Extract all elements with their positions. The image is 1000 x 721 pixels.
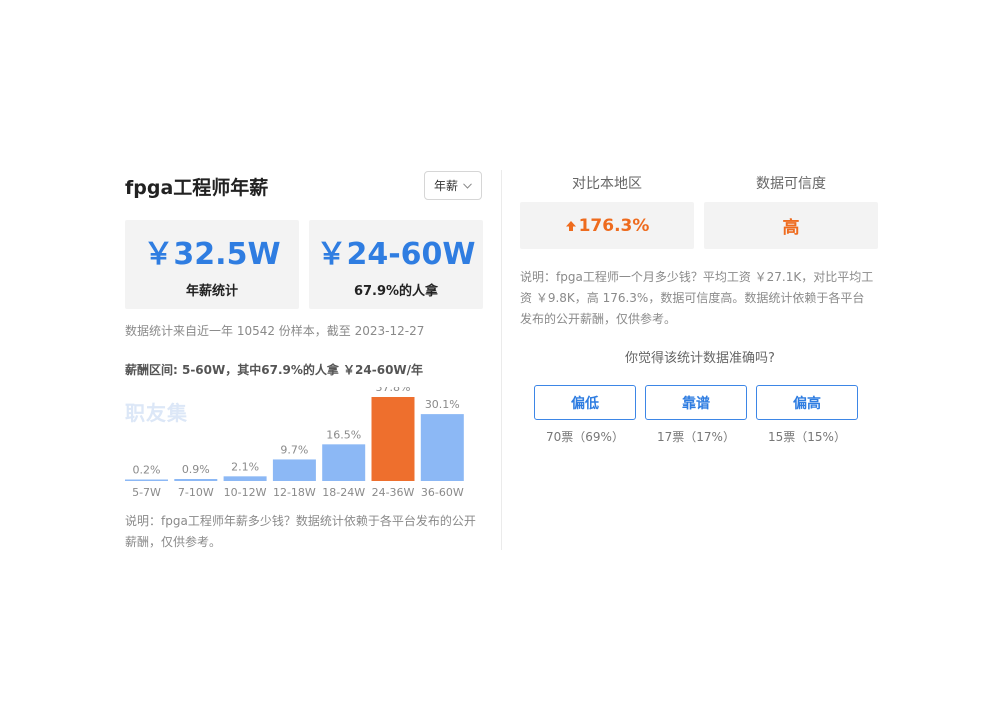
annual-salary-card: ￥32.5W 年薪统计: [125, 220, 299, 309]
bar-value-label: 9.7%: [280, 443, 308, 456]
vote-low-count: 70票（69%）: [546, 430, 624, 444]
x-tick-label: 18-24W: [322, 486, 365, 499]
credibility-label: 数据可信度: [756, 176, 826, 192]
bar-value-label: 30.1%: [425, 398, 460, 411]
x-tick-label: 7-10W: [178, 486, 214, 499]
common-range-label: 67.9%的人拿: [353, 284, 439, 299]
vote-reliable-count: 17票（17%）: [657, 430, 735, 444]
bar-10-12W: [223, 476, 267, 481]
x-tick-label: 24-36W: [372, 486, 415, 499]
bar-36-60W: [420, 414, 464, 481]
period-select[interactable]: 年薪: [424, 171, 482, 200]
vote-high-count: 15票（15%）: [768, 430, 846, 444]
bar-value-label: 2.1%: [231, 460, 259, 473]
period-select-value: 年薪: [433, 179, 458, 193]
common-range-value: ￥24-60W: [316, 237, 476, 272]
bar-7-10W: [174, 479, 218, 481]
sample-info: 数据统计来自近一年 10542 份样本，截至 2023-12-27: [125, 324, 425, 338]
page-title: fpga工程师年薪: [125, 177, 269, 199]
x-tick-label: 12-18W: [273, 486, 316, 499]
bar-value-label: 0.9%: [182, 463, 210, 476]
annual-salary-value: ￥32.5W: [143, 237, 281, 272]
bar-12-18W: [272, 459, 316, 481]
region-compare-label: 对比本地区: [572, 176, 642, 192]
divider: [501, 170, 502, 550]
bar-18-24W: [322, 444, 366, 481]
annual-salary-label: 年薪统计: [185, 284, 238, 299]
credibility-value: 高: [782, 218, 800, 238]
accuracy-question: 你觉得该统计数据准确吗?: [625, 351, 775, 366]
bar-5-7W: [125, 479, 168, 481]
common-range-card: ￥24-60W 67.9%的人拿: [309, 220, 483, 309]
bar-value-label: 37.8%: [376, 387, 411, 394]
bar-value-label: 16.5%: [326, 428, 361, 441]
salary-range-text: 薪酬区间: 5-60W，其中67.9%的人拿 ￥24-60W/年: [125, 363, 424, 377]
vote-reliable-button[interactable]: 靠谱: [645, 385, 747, 420]
up-arrow-icon: [565, 220, 576, 231]
region-compare-value: 176.3%: [578, 215, 650, 236]
right-note: 说明：fpga工程师一个月多少钱？平均工资 ￥27.1K，对比平均工资 ￥9.8…: [520, 270, 874, 326]
salary-distribution-chart: 0.2% 5-7W 0.9% 7-10W 2.1% 10-12W 9.7% 12-18W 16.…: [125, 387, 464, 499]
region-compare-box: 176.3%: [520, 202, 694, 249]
x-tick-label: 10-12W: [224, 486, 267, 499]
left-note: 说明：fpga工程师年薪多少钱？数据统计依赖于各平台发布的公开薪酬，仅供参考。: [125, 514, 476, 549]
chevron-down-icon: [463, 182, 472, 189]
vote-high-button[interactable]: 偏高: [756, 385, 858, 420]
x-tick-label: 36-60W: [421, 486, 464, 499]
bar-value-label: 0.2%: [133, 464, 161, 477]
credibility-box: 高: [704, 202, 878, 249]
x-tick-label: 5-7W: [132, 486, 161, 499]
bar-24-36W: [371, 397, 415, 481]
vote-low-button[interactable]: 偏低: [534, 385, 636, 420]
